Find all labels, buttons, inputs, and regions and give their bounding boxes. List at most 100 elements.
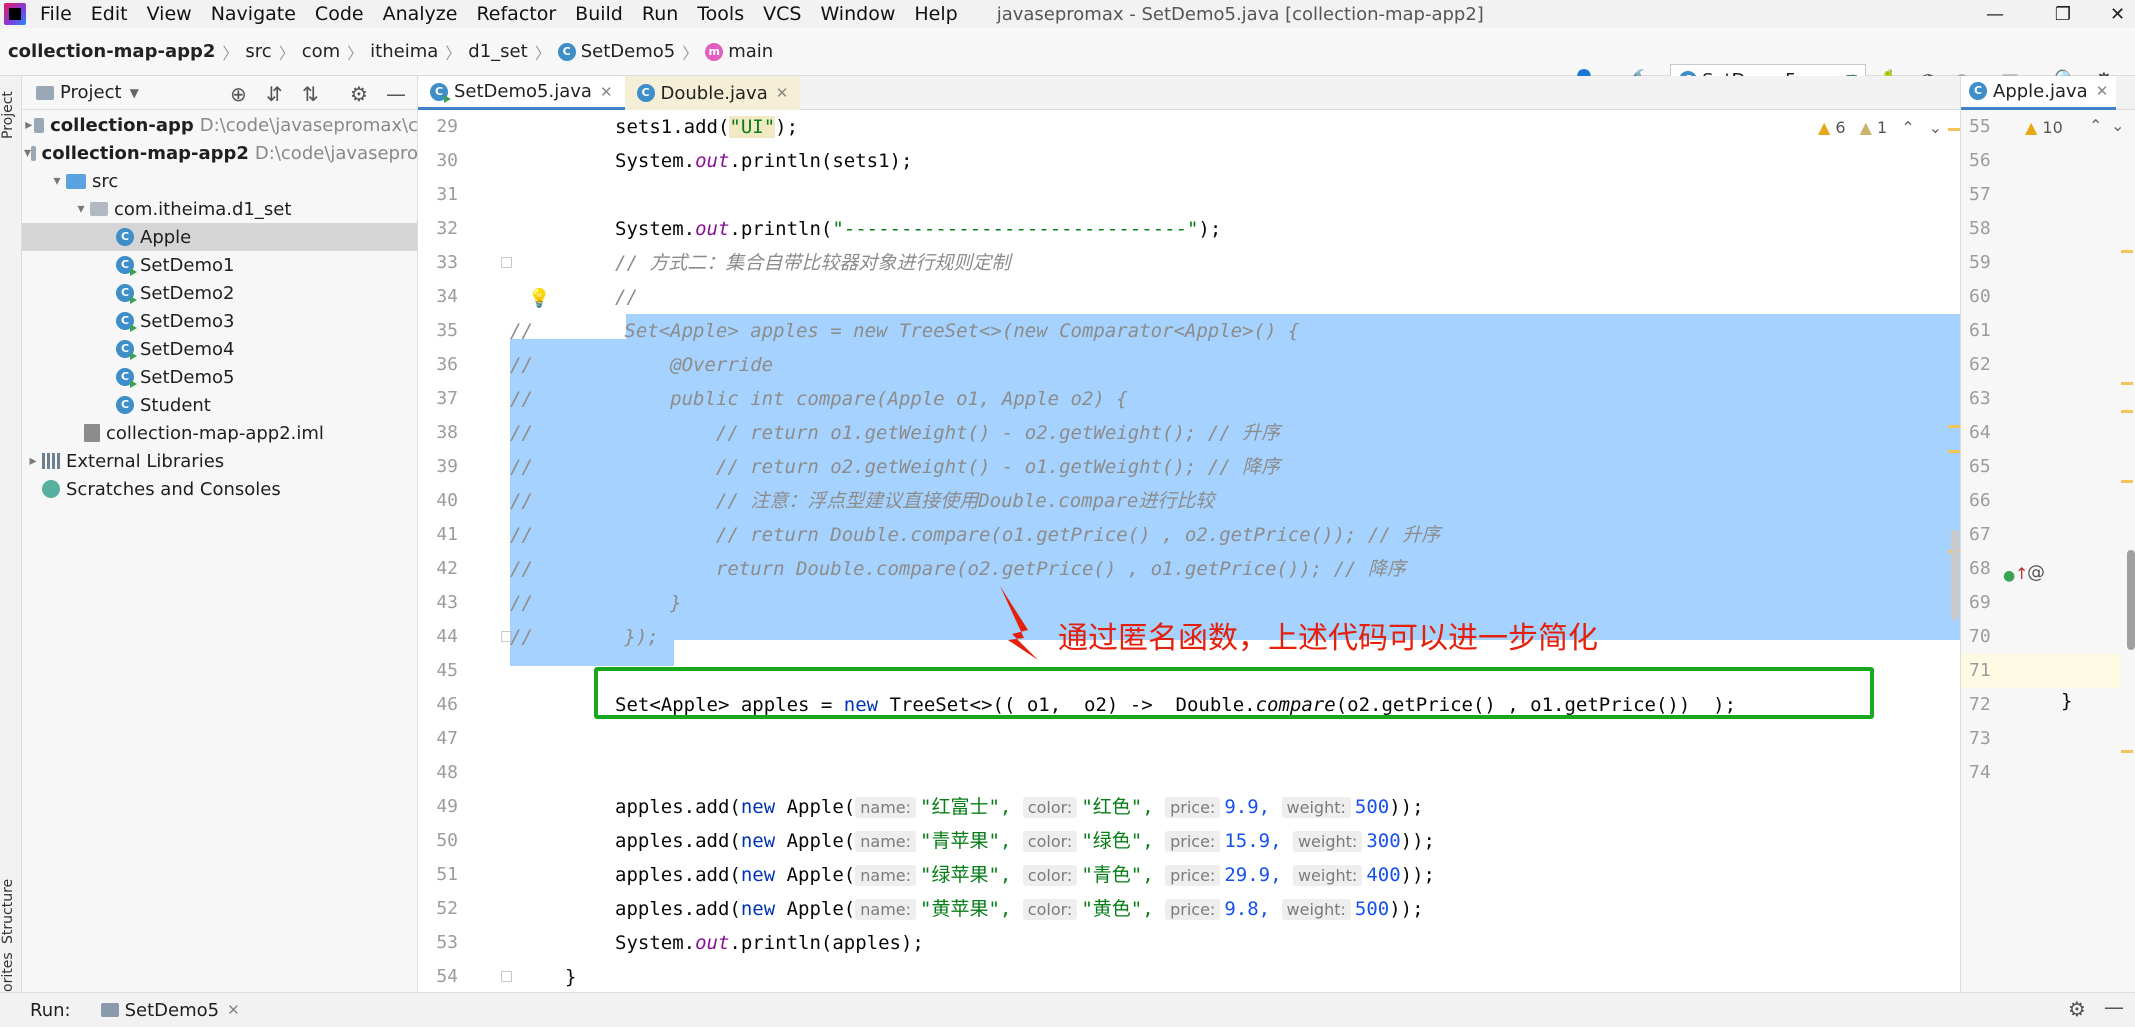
collapse-arrow-icon[interactable]: ▾ — [72, 201, 90, 217]
stripe-mark[interactable] — [1948, 425, 1960, 428]
project-panel-title[interactable]: Project — [60, 82, 122, 103]
inspection-widget[interactable]: ▲ 6 ▲ 1 ⌃ ⌄ — [1818, 118, 1942, 137]
gear-icon[interactable]: ⚙ — [350, 82, 368, 106]
menu-refactor[interactable]: Refactor — [476, 3, 556, 25]
stripe-mark[interactable] — [2121, 250, 2133, 253]
menu-navigate[interactable]: Navigate — [211, 3, 296, 25]
stripe-mark[interactable] — [1948, 450, 1960, 453]
breadcrumb-d1-set[interactable]: d1_set — [468, 41, 527, 62]
tab-apple[interactable]: C Apple.java ✕ — [1961, 75, 2117, 110]
right-code-editor[interactable]: 55 56 57 58 59 60 61 62 63 64 65 66 67 6… — [1960, 110, 2135, 992]
menu-run[interactable]: Run — [642, 3, 678, 25]
tree-item-setdemo1[interactable]: C SetDemo1 — [22, 251, 417, 279]
breadcrumb-com[interactable]: com — [302, 41, 340, 62]
annotation-marker-icon[interactable]: @ — [2027, 562, 2045, 583]
menu-window[interactable]: Window — [820, 3, 895, 25]
favorites-tool-tab[interactable]: orites — [0, 952, 22, 992]
breadcrumb-project[interactable]: collection-map-app2 — [8, 41, 215, 62]
stripe-mark[interactable] — [1948, 128, 1960, 131]
vertical-scrollbar-thumb[interactable] — [1951, 530, 1959, 620]
error-stripe[interactable] — [1948, 110, 1960, 992]
locate-icon[interactable]: ⊕ — [230, 82, 247, 106]
tree-item-collection-map-app2[interactable]: ▾ collection-map-app2 D:\code\javasepro — [22, 139, 417, 167]
expand-arrow-icon[interactable]: ▸ — [24, 453, 42, 469]
hide-panel-icon[interactable]: — — [2104, 995, 2124, 1019]
menu-code[interactable]: Code — [315, 3, 364, 25]
breadcrumb-itheima[interactable]: itheima — [370, 41, 438, 62]
tree-item-scratches[interactable]: Scratches and Consoles — [22, 475, 417, 503]
close-tab-icon[interactable]: ✕ — [2096, 82, 2109, 100]
annotation-text: 通过匿名函数，上述代码可以进一步简化 — [1058, 621, 1598, 656]
fold-marker-icon[interactable]: □ — [500, 254, 513, 270]
menu-help[interactable]: Help — [914, 3, 957, 25]
code-number: 300 — [1366, 830, 1401, 852]
menu-analyze[interactable]: Analyze — [383, 3, 458, 25]
override-marker-icon[interactable]: ● — [2003, 568, 2015, 584]
tab-setdemo5[interactable]: C SetDemo5.java ✕ — [418, 76, 625, 110]
restore-icon[interactable]: ❐ — [2040, 0, 2086, 28]
menu-edit[interactable]: Edit — [91, 3, 128, 25]
code-editor[interactable]: 29 30 31 32 33 34 35 36 37 38 39 40 41 4… — [418, 110, 1960, 992]
menu-vcs[interactable]: VCS — [763, 3, 801, 25]
next-highlight-icon[interactable]: ⌄ — [2111, 116, 2124, 135]
stripe-mark[interactable] — [2121, 480, 2133, 483]
tree-item-student[interactable]: C Student — [22, 391, 417, 419]
close-tab-icon[interactable]: ✕ — [776, 84, 789, 102]
tab-double[interactable]: C Double.java ✕ — [624, 76, 801, 110]
warning-count[interactable]: ▲ 6 — [1818, 118, 1846, 137]
collapse-arrow-icon[interactable]: ▾ — [24, 145, 31, 161]
expand-arrow-icon[interactable]: ▸ — [24, 117, 34, 133]
tree-item-path: D:\code\javasepromax\c — [199, 114, 418, 136]
collapse-all-icon[interactable]: ⇅ — [302, 82, 319, 106]
menu-view[interactable]: View — [147, 3, 192, 25]
tree-item-iml[interactable]: collection-map-app2.iml — [22, 419, 417, 447]
menu-tools[interactable]: Tools — [697, 3, 744, 25]
structure-tool-tab[interactable]: Structure — [0, 866, 22, 956]
menu-bar: File Edit View Navigate Code Analyze Ref… — [0, 0, 2135, 28]
collapse-arrow-icon[interactable]: ▾ — [48, 173, 66, 189]
hide-panel-icon[interactable]: — — [386, 82, 406, 106]
weak-warning-count[interactable]: ▲ 1 — [1860, 118, 1888, 137]
tree-item-setdemo4[interactable]: C SetDemo4 — [22, 335, 417, 363]
line-number: 38 — [436, 422, 458, 443]
breadcrumb-class[interactable]: C SetDemo5 — [557, 41, 675, 62]
tree-item-collection-app[interactable]: ▸ collection-app D:\code\javasepromax\c — [22, 111, 418, 139]
tree-item-package[interactable]: ▾ com.itheima.d1_set — [22, 195, 417, 223]
vertical-scrollbar-thumb[interactable] — [2127, 550, 2135, 650]
line-number: 63 — [1969, 388, 1991, 409]
tree-item-setdemo2[interactable]: C SetDemo2 — [22, 279, 417, 307]
tree-item-apple[interactable]: C Apple — [22, 223, 417, 251]
line-number: 39 — [436, 456, 458, 477]
stripe-mark[interactable] — [2121, 750, 2133, 753]
line-number: 70 — [1969, 626, 1991, 647]
close-tab-icon[interactable]: ✕ — [600, 83, 613, 101]
tree-item-src[interactable]: ▾ src — [22, 167, 417, 195]
breadcrumb-src[interactable]: src — [245, 41, 271, 62]
minimize-icon[interactable]: — — [1972, 0, 2018, 28]
tree-item-setdemo5[interactable]: C SetDemo5 — [22, 363, 417, 391]
close-window-icon[interactable]: ✕ — [2100, 0, 2135, 28]
project-tool-tab[interactable]: Project — [0, 80, 22, 150]
menu-file[interactable]: File — [40, 3, 72, 25]
line-number: 48 — [436, 762, 458, 783]
close-tab-icon[interactable]: ✕ — [227, 1001, 240, 1019]
right-warning-count[interactable]: ▲ 10 — [2025, 118, 2063, 137]
lightbulb-icon[interactable]: 💡 — [528, 288, 550, 309]
stripe-mark[interactable] — [2121, 382, 2133, 385]
gear-icon[interactable]: ⚙ — [2068, 997, 2086, 1021]
fold-marker-icon[interactable]: □ — [500, 968, 513, 984]
tree-item-label: SetDemo3 — [140, 310, 235, 332]
expand-all-icon[interactable]: ⇵ — [266, 82, 283, 106]
previous-highlight-icon[interactable]: ⌃ — [2089, 116, 2102, 135]
stripe-mark[interactable] — [2121, 410, 2133, 413]
class-icon: C — [116, 396, 134, 414]
tree-item-setdemo3[interactable]: C SetDemo3 — [22, 307, 417, 335]
next-highlight-icon[interactable]: ⌄ — [1929, 118, 1942, 137]
run-tab-setdemo5[interactable]: SetDemo5 ✕ — [100, 1000, 240, 1021]
tree-item-external-libraries[interactable]: ▸ External Libraries — [22, 447, 417, 475]
menu-build[interactable]: Build — [575, 3, 623, 25]
breadcrumb-method[interactable]: m main — [705, 41, 773, 62]
code-line: System.out.println(apples); — [615, 926, 1960, 960]
previous-highlight-icon[interactable]: ⌃ — [1901, 118, 1914, 137]
chevron-down-icon[interactable]: ▼ — [130, 86, 139, 100]
